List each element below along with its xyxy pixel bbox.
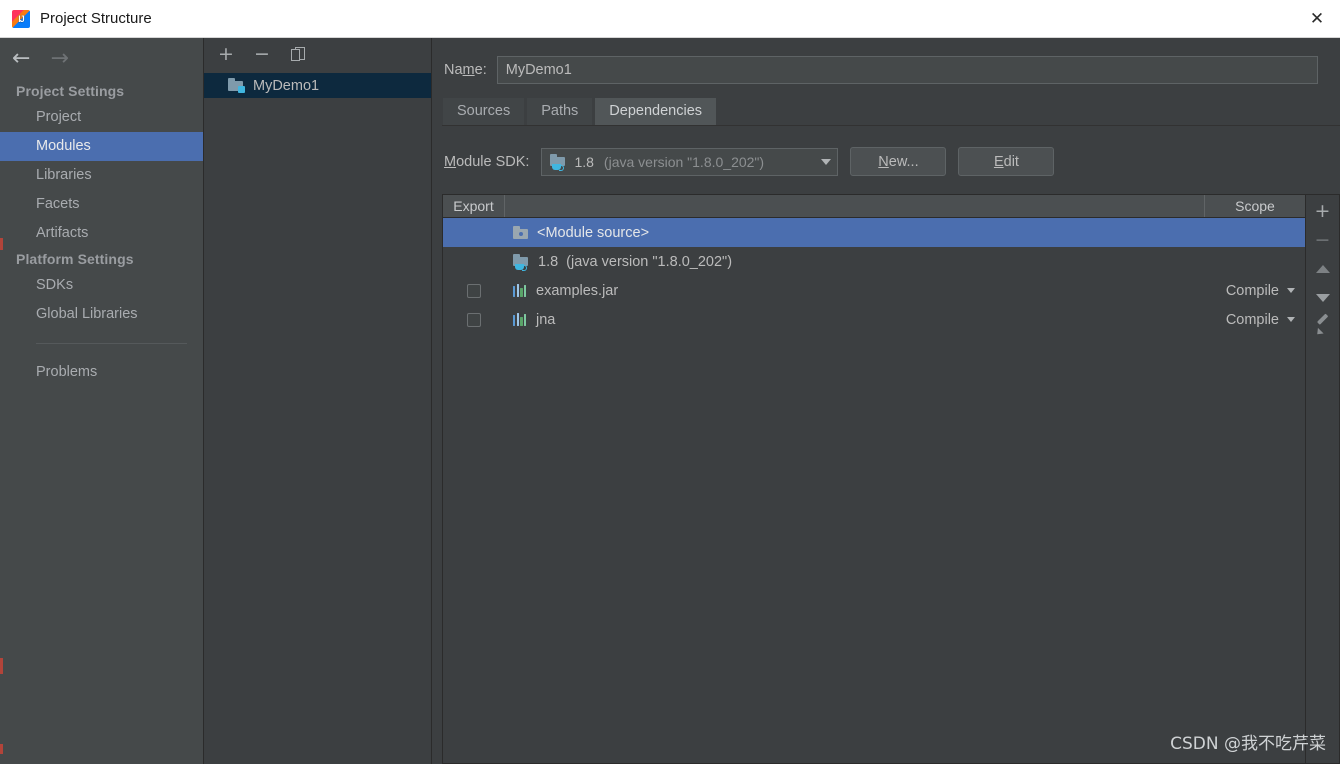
cell-name: <Module source>	[505, 225, 1205, 241]
cell-scope[interactable]: Compile	[1205, 283, 1305, 299]
sidebar-divider	[36, 343, 187, 344]
arrow-left-icon[interactable]: ←	[12, 48, 30, 70]
scope-value: Compile	[1225, 311, 1279, 328]
dependency-name: jna	[536, 311, 556, 328]
module-sdk-version: 1.8	[574, 153, 594, 170]
export-checkbox[interactable]	[467, 283, 481, 298]
project-structure-dialog: Project Structure ✕ ← → Project Settings…	[0, 0, 1340, 764]
dependencies-table: Export Scope <Module source> 1.8 (java v…	[442, 194, 1306, 764]
module-sdk-dropdown[interactable]: 1.8 (java version "1.8.0_202")	[541, 147, 839, 176]
column-header-export[interactable]: Export	[443, 195, 505, 217]
module-source-folder-icon	[513, 225, 529, 240]
chevron-down-icon	[1287, 288, 1295, 293]
module-sdk-row: Module SDK: 1.8 (java version "1.8.0_202…	[432, 126, 1340, 176]
module-list-item-label: MyDemo1	[253, 77, 320, 94]
module-sdk-detail: (java version "1.8.0_202")	[603, 153, 765, 170]
chevron-down-icon	[1287, 317, 1295, 322]
tab-sources[interactable]: Sources	[442, 97, 526, 125]
library-jar-icon	[513, 313, 528, 326]
table-row[interactable]: <Module source>	[443, 218, 1305, 247]
module-tabs: Sources Paths Dependencies	[442, 97, 1340, 126]
export-checkbox[interactable]	[467, 312, 481, 327]
group-title-project-settings: Project Settings	[16, 83, 125, 99]
navigation-arrows: ← →	[0, 38, 203, 80]
window-title: Project Structure	[40, 10, 152, 27]
edge-artifact	[0, 238, 3, 250]
module-list-item-mydemo1[interactable]: MyDemo1	[204, 73, 431, 98]
dialog-body: ← → Project Settings Project Modules Lib…	[0, 38, 1340, 764]
sidebar-item-project[interactable]: Project	[0, 103, 203, 132]
module-tree-toolbar: + −	[204, 38, 431, 70]
cell-export	[443, 283, 505, 298]
tab-dependencies[interactable]: Dependencies	[594, 97, 718, 125]
jdk-folder-icon	[513, 254, 530, 271]
move-up-button[interactable]	[1312, 259, 1334, 279]
module-editor-panel: Name: Sources Paths Dependencies Module …	[432, 38, 1340, 764]
new-sdk-button[interactable]: New...	[850, 147, 947, 176]
table-row[interactable]: examples.jar Compile	[443, 276, 1305, 305]
cell-name: examples.jar	[505, 283, 1205, 299]
sidebar-item-sdks[interactable]: SDKs	[0, 271, 203, 300]
module-folder-icon	[228, 78, 245, 93]
module-tree-panel: + − MyDemo1	[204, 38, 432, 764]
dependency-name: examples.jar	[536, 282, 619, 299]
edit-dependency-button[interactable]	[1312, 317, 1334, 337]
module-list: MyDemo1	[204, 70, 431, 764]
chevron-down-icon	[821, 158, 832, 165]
dependency-detail: (java version "1.8.0_202")	[566, 253, 733, 270]
add-module-button[interactable]: +	[217, 44, 235, 63]
remove-dependency-button[interactable]: −	[1312, 230, 1334, 250]
table-header-row: Export Scope	[443, 195, 1305, 218]
intellij-idea-icon	[12, 9, 30, 28]
sidebar-item-modules[interactable]: Modules	[0, 132, 203, 161]
sidebar-item-libraries[interactable]: Libraries	[0, 161, 203, 190]
edge-artifact	[0, 744, 3, 754]
name-label: Name:	[444, 62, 487, 78]
module-name-input[interactable]	[496, 56, 1318, 84]
close-icon[interactable]: ✕	[1294, 0, 1340, 37]
sidebar-item-problems[interactable]: Problems	[0, 358, 203, 387]
table-body: <Module source> 1.8 (java version "1.8.0…	[443, 218, 1305, 763]
module-sdk-label: Module SDK:	[444, 153, 530, 170]
edit-sdk-button[interactable]: Edit	[958, 147, 1055, 176]
group-title-platform-settings: Platform Settings	[16, 251, 134, 267]
sidebar-item-facets[interactable]: Facets	[0, 190, 203, 219]
cell-scope[interactable]: Compile	[1205, 312, 1305, 328]
dependencies-table-area: Export Scope <Module source> 1.8 (java v…	[442, 194, 1340, 764]
library-jar-icon	[513, 284, 528, 297]
add-dependency-button[interactable]: +	[1312, 201, 1334, 221]
sidebar-item-global-libraries[interactable]: Global Libraries	[0, 300, 203, 329]
table-row[interactable]: jna Compile	[443, 305, 1305, 334]
arrow-down-icon	[1315, 294, 1330, 302]
column-header-name[interactable]	[505, 195, 1205, 217]
settings-sidebar: ← → Project Settings Project Modules Lib…	[0, 38, 204, 764]
arrow-right-icon[interactable]: →	[50, 48, 68, 70]
jdk-folder-icon	[550, 154, 567, 171]
arrow-up-icon	[1315, 265, 1330, 273]
edge-artifact	[0, 658, 3, 674]
dependency-name: 1.8	[538, 253, 559, 270]
column-header-scope[interactable]: Scope	[1205, 195, 1305, 217]
move-down-button[interactable]	[1312, 288, 1334, 308]
copy-module-button[interactable]	[289, 45, 307, 63]
table-row[interactable]: 1.8 (java version "1.8.0_202")	[443, 247, 1305, 276]
dependency-name: <Module source>	[537, 224, 650, 241]
sidebar-item-artifacts[interactable]: Artifacts	[0, 219, 203, 248]
cell-name: 1.8 (java version "1.8.0_202")	[505, 253, 1205, 271]
scope-value: Compile	[1225, 282, 1279, 299]
dependency-actions-toolbar: + −	[1306, 194, 1340, 764]
name-row: Name:	[432, 38, 1340, 84]
copy-icon	[290, 46, 306, 62]
pencil-icon	[1315, 320, 1330, 335]
cell-export	[443, 312, 505, 327]
remove-module-button[interactable]: −	[253, 44, 271, 63]
tab-paths[interactable]: Paths	[526, 97, 594, 125]
cell-name: jna	[505, 312, 1205, 328]
title-bar: Project Structure ✕	[0, 0, 1340, 38]
